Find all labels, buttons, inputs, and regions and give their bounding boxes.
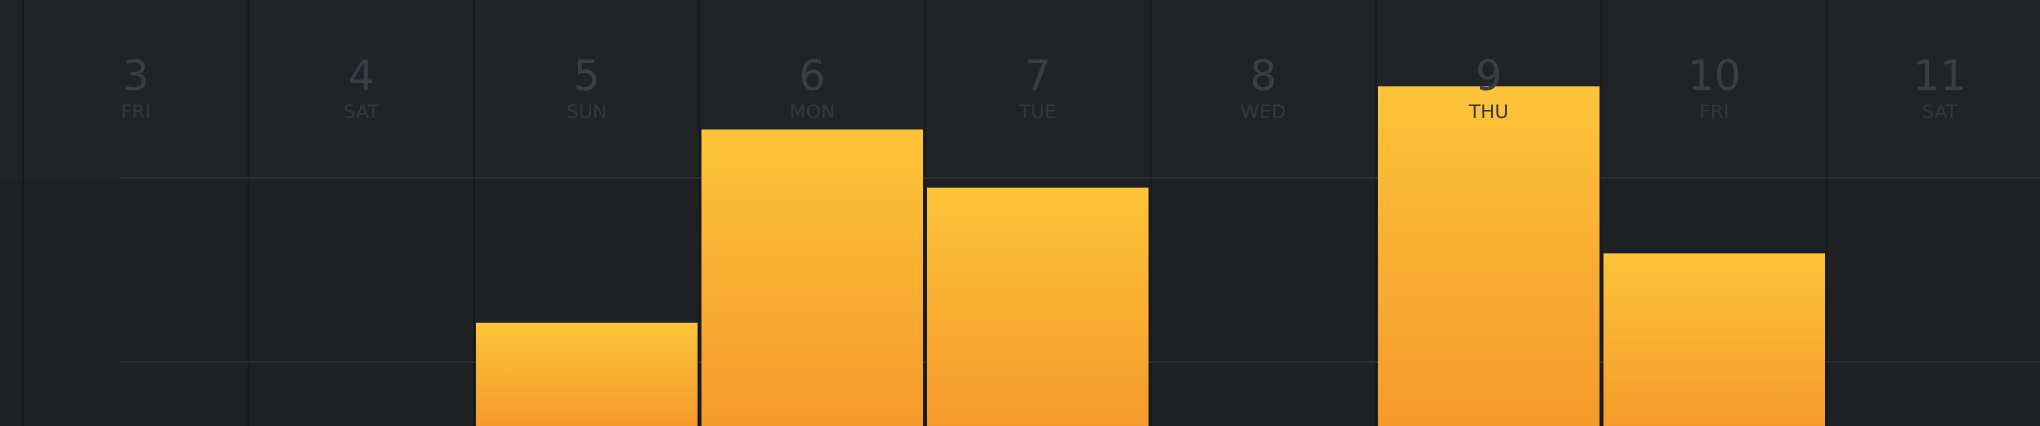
weekday-label: FRI (121, 101, 151, 123)
day-number-label: 5 (573, 51, 600, 100)
bar-5 (476, 322, 698, 426)
weekday-label: FRI (1699, 101, 1729, 123)
bar-10 (1603, 253, 1825, 426)
day-number-label: 6 (799, 51, 826, 100)
day-number-label: 3 (122, 51, 149, 100)
weekday-label: SUN (567, 101, 607, 123)
weekday-label: WED (1241, 101, 1286, 123)
day-number-label: 10 (1688, 51, 1741, 100)
weekday-label: THU (1468, 101, 1509, 123)
chart-container: 3 FRI 4 SAT 5 SUN 6 MON 7 TUE 8 WED 9 THU 10 FRI 11 SAT (0, 0, 2040, 426)
bar-chart: 3FRI4SAT5SUN6MON7TUE8WED9THU10FRI11SAT (0, 0, 2040, 426)
weekday-label: MON (789, 101, 835, 123)
day-number-label: 8 (1250, 51, 1277, 100)
weekday-label: SAT (343, 101, 379, 123)
day-number-label: 9 (1475, 51, 1502, 100)
weekday-label: SAT (1922, 101, 1958, 123)
bar-6 (701, 129, 923, 426)
bar-7 (927, 187, 1149, 426)
day-number-label: 4 (348, 51, 375, 100)
day-number-label: 11 (1913, 51, 1966, 100)
day-number-label: 7 (1024, 51, 1051, 100)
bar-9 (1378, 86, 1600, 426)
weekday-label: TUE (1018, 101, 1057, 123)
